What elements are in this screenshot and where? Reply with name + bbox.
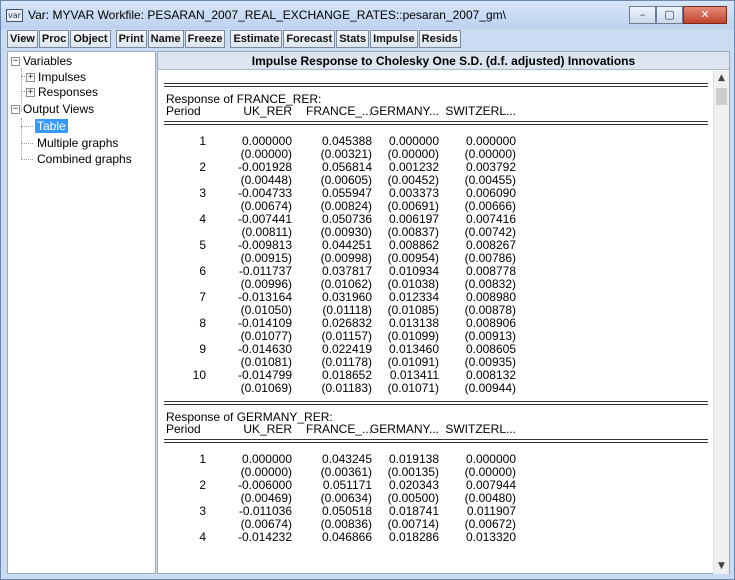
tree-label-table: Table	[35, 119, 68, 133]
vertical-scrollbar[interactable]: ▲ ▼	[713, 71, 729, 574]
object-tree: − Variables + Impulses + Responses − Output …	[7, 51, 156, 574]
period-cell: 5	[199, 238, 206, 252]
response-value: -0.014232	[237, 530, 292, 544]
response-value: 0.013320	[465, 530, 516, 544]
forecast-button[interactable]: Forecast	[283, 30, 336, 48]
column-header: FRANCE_...	[305, 422, 372, 436]
column-header: GERMANY...	[369, 104, 439, 118]
standard-error: (0.01183)	[321, 381, 372, 395]
impulse-button[interactable]: Impulse	[370, 30, 418, 48]
proc-button[interactable]: Proc	[38, 30, 70, 48]
print-button[interactable]: Print	[115, 30, 147, 48]
column-header: SWITZERL...	[445, 422, 516, 436]
table-rule	[164, 83, 708, 87]
period-cell: 6	[199, 264, 206, 278]
output-header: Impulse Response to Cholesky One S.D. (d…	[158, 52, 729, 70]
tree-item-responses[interactable]: + Responses	[26, 85, 98, 100]
period-cell: 2	[199, 478, 206, 492]
estimate-button[interactable]: Estimate	[230, 30, 283, 48]
period-cell: 3	[199, 186, 206, 200]
standard-error: (0.00944)	[464, 381, 516, 395]
resids-button[interactable]: Resids	[418, 30, 461, 48]
response-value: 0.046866	[321, 530, 372, 544]
column-header: SWITZERL...	[445, 104, 516, 118]
tree-item-multiple-graphs[interactable]: Multiple graphs	[37, 136, 118, 151]
standard-error: (0.01069)	[240, 381, 292, 395]
standard-error: (0.01071)	[387, 381, 439, 395]
toolbar: View Proc Object Print Name Freeze Estim…	[7, 30, 462, 48]
tree-item-combined-graphs[interactable]: Combined graphs	[37, 152, 132, 167]
column-header: UK_RER	[243, 104, 292, 118]
freeze-button[interactable]: Freeze	[184, 30, 226, 48]
expand-icon[interactable]: +	[26, 88, 35, 98]
table-rule	[164, 121, 708, 125]
period-cell: 4	[199, 212, 206, 226]
response-value: 0.018286	[388, 530, 439, 544]
collapse-icon[interactable]: −	[11, 57, 20, 67]
scroll-down-icon[interactable]: ▼	[714, 559, 729, 574]
tree-label-output-views: Output Views	[23, 102, 95, 116]
output-panel: Impulse Response to Cholesky One S.D. (d…	[157, 51, 730, 574]
tree-item-table[interactable]: Table	[35, 119, 68, 134]
title-bar[interactable]: var Var: MYVAR Workfile: PESARAN_2007_RE…	[1, 1, 734, 29]
period-cell: 3	[199, 504, 206, 518]
minimize-button[interactable]: –	[629, 6, 656, 24]
period-cell: 9	[199, 342, 206, 356]
tree-label-impulses: Impulses	[38, 70, 87, 84]
tree-label-variables: Variables	[23, 54, 73, 68]
period-cell: 1	[199, 452, 206, 466]
table-rule	[164, 401, 708, 405]
tree-label-multiple-graphs: Multiple graphs	[37, 136, 119, 150]
column-header-period: Period	[166, 422, 201, 436]
view-button[interactable]: View	[7, 30, 38, 48]
period-cell: 1	[199, 134, 206, 148]
close-button[interactable]: ✕	[683, 6, 727, 24]
period-cell: 8	[199, 316, 206, 330]
collapse-icon[interactable]: −	[11, 105, 20, 115]
scroll-thumb[interactable]	[716, 88, 727, 105]
column-header: FRANCE_...	[305, 104, 372, 118]
tree-item-impulses[interactable]: + Impulses	[26, 70, 86, 85]
period-cell: 4	[199, 530, 206, 544]
period-cell: 2	[199, 160, 206, 174]
period-cell: 7	[199, 290, 206, 304]
object-button[interactable]: Object	[70, 30, 111, 48]
tree-item-variables[interactable]: − Variables	[11, 54, 72, 69]
tree-label-combined-graphs: Combined graphs	[37, 152, 132, 166]
table-rule	[164, 439, 708, 443]
period-cell: 10	[192, 368, 206, 382]
stats-button[interactable]: Stats	[336, 30, 370, 48]
column-header-period: Period	[166, 104, 201, 118]
expand-icon[interactable]: +	[26, 73, 35, 83]
window-title: Var: MYVAR Workfile: PESARAN_2007_REAL_E…	[28, 8, 506, 22]
column-header: UK_RER	[243, 422, 292, 436]
name-button[interactable]: Name	[147, 30, 184, 48]
maximize-button[interactable]: ▢	[656, 6, 683, 24]
var-window: var Var: MYVAR Workfile: PESARAN_2007_RE…	[0, 0, 735, 580]
tree-item-output-views[interactable]: − Output Views	[11, 102, 94, 117]
scroll-up-icon[interactable]: ▲	[714, 71, 729, 86]
var-icon: var	[6, 8, 23, 22]
impulse-response-table[interactable]: Response of FRANCE_RER: Period UK_RER FRANC…	[158, 71, 713, 574]
tree-label-responses: Responses	[38, 85, 99, 99]
column-header: GERMANY...	[369, 422, 439, 436]
